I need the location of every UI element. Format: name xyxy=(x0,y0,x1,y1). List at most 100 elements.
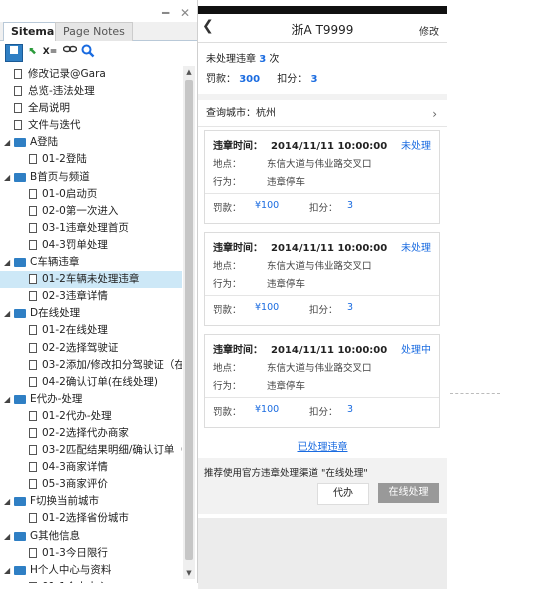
expand-arrow-icon[interactable]: ◢ xyxy=(4,305,10,322)
sitemap-scrollbar[interactable]: ▲ ▼ xyxy=(183,66,195,579)
expand-arrow-icon[interactable]: ◢ xyxy=(4,391,10,408)
expand-arrow-icon[interactable]: ◢ xyxy=(4,169,10,186)
agent-button[interactable]: 代办 xyxy=(317,483,369,505)
tree-page[interactable]: 01-2登陆 xyxy=(0,151,182,168)
tree-page[interactable]: 05-3商家评价 xyxy=(0,476,182,493)
page-icon xyxy=(29,188,37,199)
tree-page[interactable]: 02-0第一次进入 xyxy=(0,203,182,220)
status-badge: 未处理 xyxy=(401,141,431,152)
tree-item-label: 03-1违章处理首页 xyxy=(42,221,129,234)
tree-item-label: 总览-违法处理 xyxy=(28,85,95,98)
violation-place-row: 地点： 东信大道与伟业路交叉口 xyxy=(213,360,372,374)
link-icon[interactable] xyxy=(62,44,78,60)
violation-summary: 未处理违章 3 次 罚款： 300 扣分： 3 xyxy=(206,50,317,90)
page-icon xyxy=(29,222,37,233)
edit-button[interactable]: 修改 xyxy=(419,23,439,38)
online-process-button[interactable]: 在线处理 xyxy=(378,483,439,503)
violation-card[interactable]: 违章时间： 2014/11/11 10:00:00 处理中 地点： 东信大道与伟业路交叉… xyxy=(204,334,440,428)
tree-item-label: 02-0第一次进入 xyxy=(42,204,119,217)
tree-folder[interactable]: ◢ G其他信息 xyxy=(0,528,182,545)
summary-unit: 次 xyxy=(269,54,280,65)
search-icon[interactable] xyxy=(80,44,96,60)
page-icon xyxy=(29,359,37,370)
tree-page[interactable]: 总览-违法处理 xyxy=(0,83,182,100)
act-label: 行为： xyxy=(213,177,242,188)
violation-card[interactable]: 违章时间： 2014/11/11 10:00:00 未处理 地点： 东信大道与伟业路交叉… xyxy=(204,130,440,224)
tree-page[interactable]: 04-2确认订单(在线处理) xyxy=(0,374,182,391)
violation-penalty-row: 罚款： ¥100 扣分： 3 xyxy=(213,302,413,316)
tree-folder[interactable]: ◢ E代办-处理 xyxy=(0,391,182,408)
tree-page[interactable]: 03-2添加/修改扣分驾驶证（在线处 xyxy=(0,357,182,374)
expand-arrow-icon[interactable]: ◢ xyxy=(4,562,10,579)
tree-item-label: 05-3商家评价 xyxy=(42,478,108,491)
folder-icon xyxy=(14,258,26,268)
act-label: 行为： xyxy=(213,279,242,290)
page-icon xyxy=(29,274,37,285)
summary-label: 未处理违章 xyxy=(206,54,256,65)
violation-act: 违章停车 xyxy=(267,279,306,290)
scroll-thumb[interactable] xyxy=(185,80,193,560)
tree-folder[interactable]: ◢ H个人中心与资料 xyxy=(0,562,182,579)
violation-fine: ¥100 xyxy=(255,302,280,313)
expand-arrow-icon[interactable]: ◢ xyxy=(4,254,10,271)
tree-page[interactable]: 全局说明 xyxy=(0,100,182,117)
tree-page[interactable]: 02-2选择驾驶证 xyxy=(0,340,182,357)
folder-icon xyxy=(14,497,26,507)
tree-page[interactable]: 01-2选择省份城市 xyxy=(0,510,182,527)
tree-folder[interactable]: ◢ D在线处理 xyxy=(0,305,182,322)
close-icon[interactable]: ✕ xyxy=(180,6,190,20)
action-footer: 推荐使用官方违章处理渠道 "在线处理" 代办 在线处理 xyxy=(198,458,447,514)
tree-page[interactable]: 01-1个人中心 xyxy=(0,579,182,583)
tree-page[interactable]: 02-2选择代办商家 xyxy=(0,425,182,442)
tree-item-label: 01-2选择省份城市 xyxy=(42,512,129,525)
tree-page[interactable]: 04-3商家详情 xyxy=(0,459,182,476)
divider xyxy=(198,94,447,100)
tree-page[interactable]: 01-3今日限行 xyxy=(0,545,182,562)
tree-item-label: H个人中心与资料 xyxy=(30,563,112,576)
design-canvas: ❮ 浙A T9999 修改 未处理违章 3 次 罚款： 300 扣分： 3 查询… xyxy=(198,0,546,589)
city-selector[interactable]: 查询城市：杭州 › xyxy=(198,102,447,127)
tree-folder[interactable]: ◢ A登陆 xyxy=(0,134,182,151)
place-label: 地点： xyxy=(213,363,242,374)
tree-item-label: 03-2匹配结果明细/确认订单（代办 xyxy=(42,444,182,457)
page-icon xyxy=(29,410,37,421)
tab-page-notes[interactable]: Page Notes xyxy=(55,22,133,41)
tree-folder[interactable]: ◢ B首页与频道 xyxy=(0,169,182,186)
page-icon xyxy=(29,376,37,387)
expand-arrow-icon[interactable]: ◢ xyxy=(4,493,10,510)
tree-page[interactable]: 01-2代办-处理 xyxy=(0,408,182,425)
tree-item-label: G其他信息 xyxy=(30,529,81,542)
add-child-icon[interactable]: ⬉ xyxy=(25,44,41,60)
tree-page[interactable]: 02-3违章详情 xyxy=(0,288,182,305)
tree-folder[interactable]: ◢ F切换当前城市 xyxy=(0,493,182,510)
scroll-up-icon[interactable]: ▲ xyxy=(183,66,195,78)
violation-time: 2014/11/11 10:00:00 xyxy=(271,243,388,254)
tree-item-label: 01-0启动页 xyxy=(42,187,98,200)
tree-page[interactable]: 03-2匹配结果明细/确认订单（代办 xyxy=(0,442,182,459)
tree-item-label: 02-2选择驾驶证 xyxy=(42,341,119,354)
tree-page[interactable]: 01-0启动页 xyxy=(0,186,182,203)
handled-violations-link[interactable]: 已处理违章 xyxy=(198,438,447,453)
card-divider xyxy=(205,295,439,296)
status-badge: 未处理 xyxy=(401,243,431,254)
violation-card[interactable]: 违章时间： 2014/11/11 10:00:00 未处理 地点： 东信大道与伟业路交叉… xyxy=(204,232,440,326)
status-badge: 处理中 xyxy=(401,345,431,356)
expand-arrow-icon[interactable]: ◢ xyxy=(4,134,10,151)
add-page-icon[interactable] xyxy=(5,44,23,62)
violation-penalty-row: 罚款： ¥100 扣分： 3 xyxy=(213,200,413,214)
tree-page[interactable]: 04-3罚单处理 xyxy=(0,237,182,254)
scroll-down-icon[interactable]: ▼ xyxy=(183,567,195,579)
tree-item-label: D在线处理 xyxy=(30,307,81,320)
delete-page-icon[interactable]: X= xyxy=(42,44,58,60)
tree-folder[interactable]: ◢ C车辆违章 xyxy=(0,254,182,271)
tree-page[interactable]: 01-2在线处理 xyxy=(0,322,182,339)
tree-page[interactable]: 修改记录@Gara xyxy=(0,66,182,83)
minimize-icon[interactable]: ━ xyxy=(162,6,169,20)
guide-line xyxy=(450,393,500,394)
tree-page[interactable]: 文件与迭代 xyxy=(0,117,182,134)
page-title: 浙A T9999 xyxy=(291,23,354,37)
tree-page[interactable]: 03-1违章处理首页 xyxy=(0,220,182,237)
tree-page[interactable]: 01-2车辆未处理违章 xyxy=(0,271,182,289)
tree-item-label: 03-2添加/修改扣分驾驶证（在线处 xyxy=(42,358,182,371)
expand-arrow-icon[interactable]: ◢ xyxy=(4,528,10,545)
